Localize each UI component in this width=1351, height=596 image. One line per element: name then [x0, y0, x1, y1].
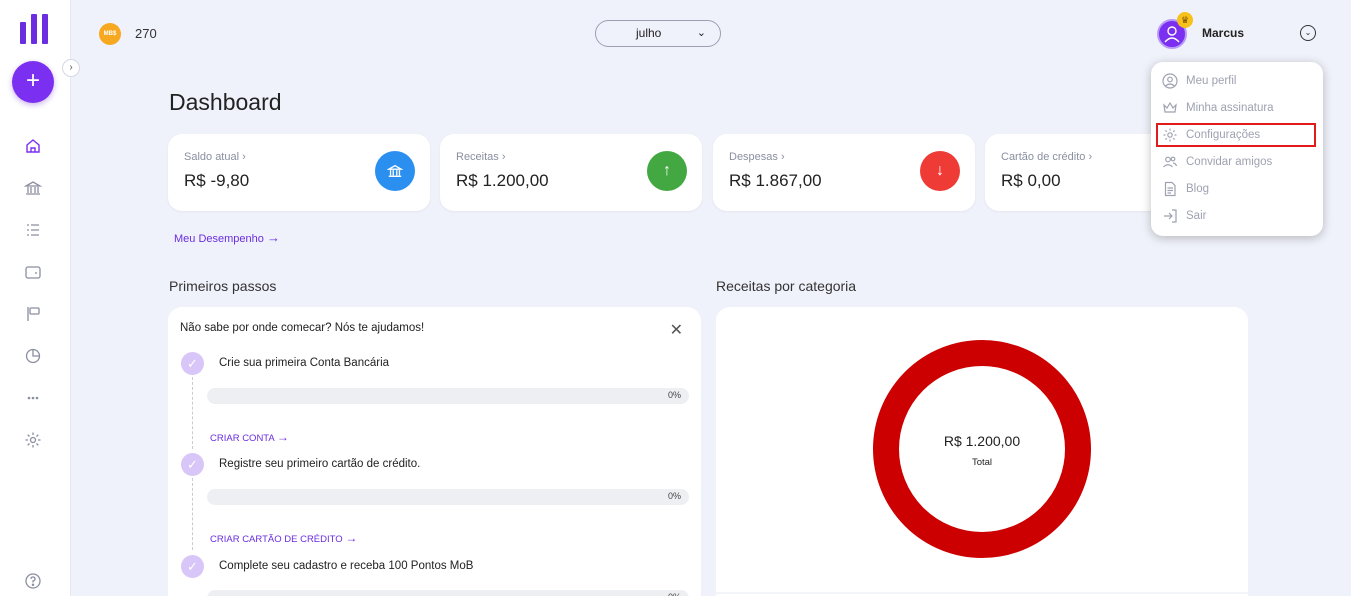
- more-icon[interactable]: [24, 389, 44, 409]
- performance-link-label: Meu Desempenho: [174, 233, 264, 245]
- points-balance: 270: [135, 26, 157, 41]
- crown-icon: ♛: [1177, 12, 1193, 28]
- card-label: Despesas: [729, 151, 778, 163]
- income-card[interactable]: Receitas › R$ 1.200,00 ↑: [440, 134, 702, 211]
- menu-item-label: Minha assinatura: [1186, 102, 1274, 114]
- sidebar: +: [0, 0, 71, 596]
- home-icon[interactable]: [24, 137, 44, 157]
- card-value: R$ 1.200,00: [456, 171, 549, 190]
- donut-total-value: R$ 1.200,00: [943, 433, 1021, 449]
- check-icon: ✓: [181, 453, 204, 476]
- create-credit-card-link[interactable]: CRIAR CARTÃO DE CRÉDITO →: [210, 531, 357, 545]
- card-label: Cartão de crédito: [1001, 151, 1086, 163]
- bank-icon[interactable]: [23, 179, 44, 199]
- users-icon: [1162, 154, 1178, 170]
- settings-gear-icon[interactable]: [24, 431, 44, 451]
- check-icon: ✓: [181, 352, 204, 375]
- card-value: R$ 1.867,00: [729, 171, 822, 190]
- coin-icon: MB$: [99, 23, 121, 45]
- step-progress-value: 0%: [667, 491, 681, 501]
- arrow-right-icon: →: [266, 230, 280, 245]
- check-icon: ✓: [181, 555, 204, 578]
- menu-item-blog[interactable]: Blog: [1162, 177, 1316, 201]
- user-icon: [1162, 73, 1178, 89]
- donut-ring[interactable]: [873, 340, 1091, 558]
- document-icon: [1162, 181, 1178, 197]
- donut-chart: [716, 340, 1248, 594]
- step-text: Registre seu primeiro cartão de crédito.: [219, 458, 421, 470]
- expenses-card[interactable]: Despesas › R$ 1.867,00 ↓: [713, 134, 975, 211]
- step-connector: [192, 478, 193, 550]
- first-steps-heading: Primeiros passos: [169, 278, 277, 294]
- user-menu: Meu perfil Minha assinatura Configuraçõe…: [1151, 62, 1323, 236]
- sidebar-collapse-button[interactable]: ›: [62, 59, 80, 77]
- step-progress-value: 0%: [668, 592, 681, 596]
- menu-item-label: Blog: [1186, 183, 1210, 195]
- card-label: Receitas: [456, 151, 499, 163]
- list-icon[interactable]: [24, 221, 44, 241]
- wallet-icon[interactable]: [24, 263, 44, 283]
- bank-icon: [375, 151, 415, 191]
- topbar: MB$ 270 julho ⌄ ♛ Marcus ⌄: [71, 0, 1351, 66]
- username[interactable]: Marcus: [1202, 26, 1244, 40]
- add-button[interactable]: +: [12, 61, 54, 103]
- step-progress-value: 0%: [667, 390, 681, 400]
- app-logo[interactable]: [20, 14, 48, 44]
- card-value: R$ -9,80: [184, 171, 250, 190]
- menu-item-label: Configurações: [1186, 129, 1261, 141]
- arrow-up-icon: ↑: [647, 151, 687, 191]
- donut-total-label: Total: [971, 457, 993, 468]
- step-progress: 0%: [207, 590, 689, 596]
- chevron-down-icon: ⌄: [696, 27, 706, 39]
- user-menu-chevron-icon[interactable]: ⌄: [1300, 25, 1316, 41]
- logout-icon: [1162, 208, 1178, 224]
- step-progress: 0%: [207, 388, 689, 404]
- card-value: R$ 0,00: [1001, 171, 1061, 190]
- create-account-link-label: CRIAR CONTA: [210, 433, 275, 444]
- arrow-right-icon: →: [345, 531, 358, 545]
- first-steps-panel: Não sabe por onde comecar? Nós te ajudam…: [168, 307, 701, 596]
- flag-icon[interactable]: [24, 305, 44, 325]
- step-progress: 0%: [207, 489, 689, 505]
- step-text: Complete seu cadastro e receba 100 Ponto…: [219, 560, 474, 572]
- menu-item-label: Sair: [1186, 210, 1207, 222]
- crown-icon: [1162, 100, 1178, 116]
- month-label: julho: [636, 26, 662, 40]
- menu-item-label: Meu perfil: [1186, 75, 1237, 87]
- menu-item-logout[interactable]: Sair: [1162, 204, 1316, 228]
- create-credit-card-link-label: CRIAR CARTÃO DE CRÉDITO: [210, 534, 343, 545]
- performance-link[interactable]: Meu Desempenho →: [174, 230, 280, 245]
- arrow-down-icon: ↓: [920, 151, 960, 191]
- menu-item-profile[interactable]: Meu perfil: [1162, 69, 1316, 93]
- income-by-category-panel: R$ 1.200,00 Total: [716, 307, 1248, 596]
- arrow-right-icon: →: [276, 430, 289, 444]
- page-title: Dashboard: [169, 89, 282, 115]
- create-account-link[interactable]: CRIAR CONTA →: [210, 430, 289, 444]
- menu-item-settings[interactable]: Configurações: [1156, 123, 1316, 147]
- menu-item-invite[interactable]: Convidar amigos: [1162, 150, 1316, 174]
- menu-item-subscription[interactable]: Minha assinatura: [1162, 96, 1316, 120]
- help-icon[interactable]: [24, 572, 44, 592]
- pie-chart-icon[interactable]: [24, 347, 44, 367]
- menu-item-label: Convidar amigos: [1186, 156, 1273, 168]
- income-by-category-heading: Receitas por categoria: [716, 278, 857, 294]
- first-steps-intro: Não sabe por onde comecar? Nós te ajudam…: [180, 322, 425, 334]
- gear-icon: [1162, 127, 1178, 143]
- card-label: Saldo atual: [184, 151, 240, 163]
- month-selector[interactable]: julho ⌄: [595, 20, 721, 47]
- balance-card[interactable]: Saldo atual › R$ -9,80: [168, 134, 430, 211]
- close-icon[interactable]: ✕: [670, 320, 683, 340]
- step-text: Crie sua primeira Conta Bancária: [219, 357, 390, 369]
- step-connector: [192, 377, 193, 449]
